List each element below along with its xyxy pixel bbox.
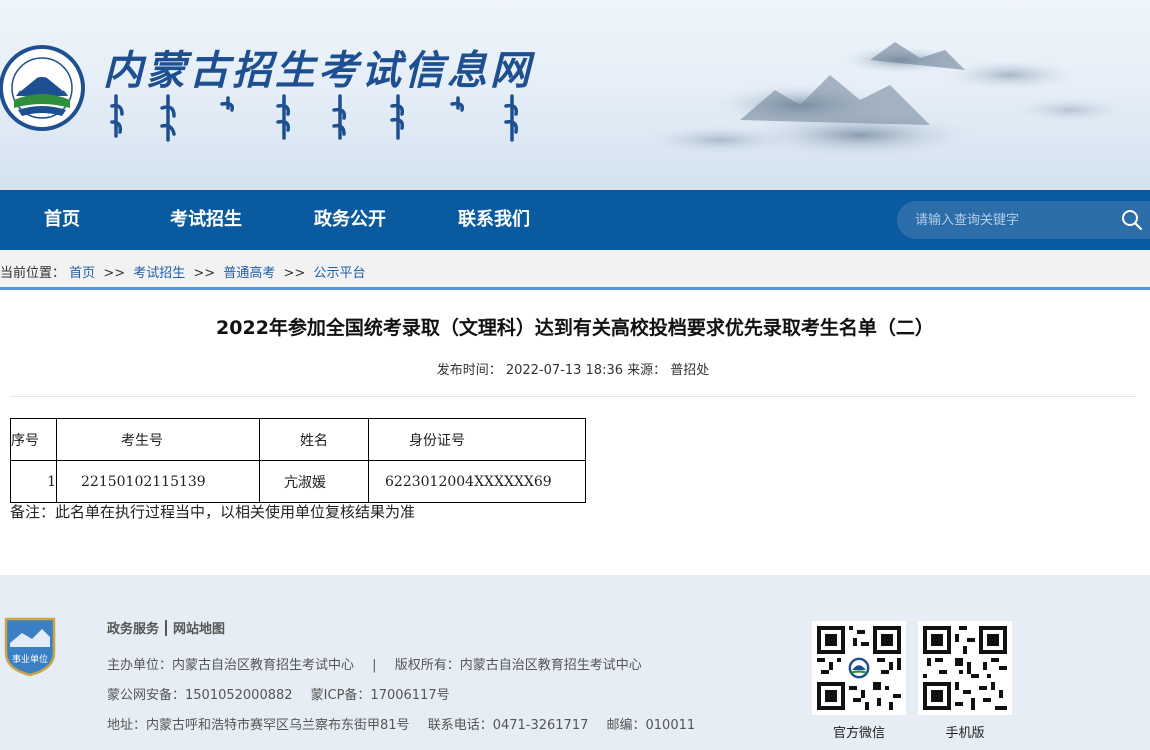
cell-index: 1 [10, 460, 57, 503]
publish-label: 发布时间： [436, 363, 502, 378]
breadcrumb-prefix: 当前位置： [0, 266, 66, 281]
header-cell-name: 姓名 [259, 418, 369, 461]
breadcrumb-item-exam-admission[interactable]: 考试招生 [133, 266, 185, 281]
footer: 事业单位 政务服务 网站地图 主办单位：内蒙古自治区教育招生考试中心 | 版权所有… [0, 575, 1150, 750]
footer-copyright: 版权所有：内蒙古自治区教育招生考试中心 [394, 658, 642, 673]
qr-label-mobile: 手机版 [945, 726, 985, 741]
table-row: 1 22150102115139 亢淑媛 6223012004XXXXXX69 [10, 460, 586, 503]
cell-exam-number: 22150102115139 [56, 460, 260, 503]
breadcrumb-bar: 当前位置： 首页 >> 考试招生 >> 普通高考 >> 公示平台 [0, 250, 1150, 290]
nav-item-exam-admission[interactable]: 考试招生 [170, 190, 242, 250]
breadcrumb-item-gaokao[interactable]: 普通高考 [223, 266, 275, 281]
breadcrumb-separator: >> [283, 266, 306, 281]
qr-code-wechat [812, 621, 906, 715]
footer-sponsor-line: 主办单位：内蒙古自治区教育招生考试中心 | 版权所有：内蒙古自治区教育招生考试中… [107, 654, 642, 673]
site-title: 内蒙古招生考试信息网 [103, 47, 533, 94]
article-meta: 发布时间： 2022-07-13 18:36 来源： 普招处 [0, 359, 1146, 378]
nav-item-government-affairs[interactable]: 政务公开 [314, 190, 386, 250]
footer-address: 地址：内蒙古呼和浩特市赛罕区乌兰察布东街甲81号 [107, 718, 410, 733]
footer-links: 政务服务 网站地图 [107, 618, 225, 637]
cell-name: 亢淑媛 [259, 460, 369, 503]
cell-id-number: 6223012004XXXXXX69 [368, 460, 586, 503]
qr-code-mobile-image [923, 626, 1007, 710]
article-title: 2022年参加全国统考录取（文理科）达到有关高校投档要求优先录取考生名单（二） [216, 317, 934, 339]
search-box [897, 201, 1150, 239]
header-banner: 内蒙古招生考试信息网 [0, 0, 1150, 190]
footer-address-line: 地址：内蒙古呼和浩特市赛罕区乌兰察布东街甲81号 联系电话：0471-32617… [107, 714, 695, 733]
mountain-landscape-image [640, 42, 1130, 159]
breadcrumb-separator: >> [103, 266, 126, 281]
badge-text: 事业单位 [12, 653, 48, 665]
footer-icp-record: 蒙ICP备：17006117号 [310, 688, 450, 703]
public-institution-badge[interactable]: 事业单位 [4, 615, 56, 677]
source-value: 普招处 [670, 363, 710, 378]
breadcrumb: 当前位置： 首页 >> 考试招生 >> 普通高考 >> 公示平台 [0, 262, 365, 281]
footer-phone: 联系电话：0471-3261717 [427, 718, 589, 733]
qr-label-wechat: 官方微信 [832, 726, 885, 741]
footer-postcode: 邮编：010011 [606, 718, 696, 733]
source-label: 来源： [627, 363, 667, 378]
candidate-table: 序号 考生号 姓名 身份证号 1 22150102115139 亢淑媛 6223… [10, 418, 586, 503]
qr-code-mobile [918, 621, 1012, 715]
footer-police-record: 蒙公网安备：1501052000882 [107, 688, 293, 703]
search-icon[interactable] [1121, 209, 1143, 231]
footer-pipe: | [372, 658, 377, 673]
remark-note: 备注：此名单在执行过程当中，以相关使用单位复核结果为准 [10, 503, 416, 521]
nav-item-contact-us[interactable]: 联系我们 [458, 190, 530, 250]
footer-link-divider [165, 620, 168, 636]
footer-sponsor: 主办单位：内蒙古自治区教育招生考试中心 [107, 658, 355, 673]
nav-item-home[interactable]: 首页 [44, 190, 80, 250]
divider [10, 396, 1136, 397]
breadcrumb-item-home[interactable]: 首页 [69, 266, 95, 281]
main-nav: 首页 考试招生 政务公开 联系我们 [0, 190, 1150, 250]
search-input[interactable] [915, 201, 1115, 239]
publish-time: 2022-07-13 18:36 [505, 363, 623, 378]
qr-code-wechat-image [817, 626, 901, 710]
header-cell-id-number: 身份证号 [368, 418, 586, 461]
footer-link-government-service[interactable]: 政务服务 [107, 622, 159, 637]
site-logo [0, 45, 85, 131]
footer-link-sitemap[interactable]: 网站地图 [173, 622, 225, 637]
header-cell-exam-number: 考生号 [56, 418, 260, 461]
breadcrumb-separator: >> [193, 266, 216, 281]
breadcrumb-item-public-platform[interactable]: 公示平台 [313, 266, 365, 281]
footer-record-line: 蒙公网安备：1501052000882 蒙ICP备：17006117号 [107, 684, 450, 703]
header-cell-index: 序号 [10, 418, 57, 461]
table-header-row: 序号 考生号 姓名 身份证号 [10, 418, 586, 461]
mongolian-script-title [110, 94, 519, 142]
